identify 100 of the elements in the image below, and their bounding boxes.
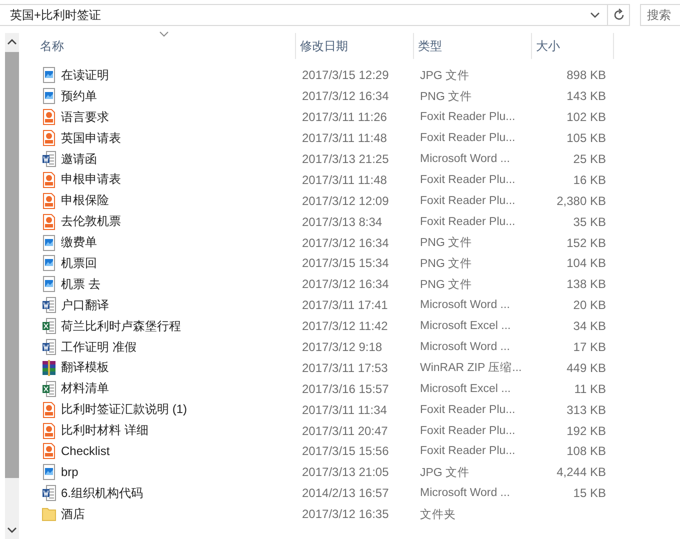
modified-date: 2017/3/15 15:34 <box>301 256 390 270</box>
file-type: Microsoft Word ... <box>419 299 511 312</box>
image-file-icon <box>42 255 56 272</box>
scroll-up-icon[interactable] <box>7 37 17 47</box>
column-header[interactable]: 大小 <box>532 33 614 59</box>
file-name[interactable]: 机票回 <box>61 254 97 272</box>
column-header[interactable]: 类型 <box>414 33 532 59</box>
excel-file-icon <box>42 380 56 397</box>
file-type: Microsoft Word ... <box>419 153 511 165</box>
file-size: 20 KB <box>572 298 607 312</box>
file-name[interactable]: Checklist <box>61 444 110 458</box>
scrollbar[interactable] <box>5 33 19 539</box>
scroll-thumb[interactable] <box>5 52 19 478</box>
pdf-file-icon <box>42 172 56 188</box>
file-name[interactable]: 缴费单 <box>61 234 97 252</box>
file-name[interactable]: 工作证明 准假 <box>61 338 136 356</box>
file-name[interactable]: 机票 去 <box>61 276 100 293</box>
file-name[interactable]: brp <box>61 465 78 480</box>
file-size: 15 KB <box>572 486 607 500</box>
file-size: 449 KB <box>566 360 607 375</box>
file-name[interactable]: 荷兰比利时卢森堡行程 <box>61 318 181 335</box>
word-file-icon <box>42 339 56 356</box>
address-path: 英国+比利时签证 <box>10 6 102 24</box>
modified-date: 2017/3/11 11:48 <box>301 172 388 187</box>
file-name[interactable]: 预约单 <box>61 88 97 105</box>
file-name[interactable]: 酒店 <box>61 506 85 523</box>
file-type: 文件夹 <box>419 508 457 522</box>
file-type: PNG 文件 <box>419 236 474 250</box>
file-name[interactable]: 比利时材料 详细 <box>61 422 148 440</box>
image-file-icon <box>42 88 56 104</box>
file-type: JPG 文件 <box>419 68 471 83</box>
modified-date: 2017/3/11 11:48 <box>301 131 388 146</box>
file-name[interactable]: 去伦敦机票 <box>61 213 121 230</box>
file-name[interactable]: 邀请函 <box>61 150 97 168</box>
file-type: Foxit Reader Plu... <box>419 216 516 228</box>
file-type: Foxit Reader Plu... <box>419 111 516 124</box>
pdf-file-icon <box>42 214 56 230</box>
file-size: 313 KB <box>566 402 607 417</box>
file-size: 25 KB <box>572 152 607 166</box>
column-header[interactable]: 修改日期 <box>296 33 414 59</box>
image-file-icon <box>42 234 56 251</box>
word-file-icon <box>42 485 56 502</box>
file-type: Foxit Reader Plu... <box>419 174 516 186</box>
file-type: Foxit Reader Plu... <box>419 194 516 207</box>
modified-date: 2017/3/12 16:34 <box>301 89 390 104</box>
search-field[interactable]: 搜索 <box>640 4 680 26</box>
pdf-file-icon <box>42 192 56 209</box>
file-name[interactable]: 在读证明 <box>61 66 109 84</box>
pdf-file-icon <box>42 130 56 146</box>
column-header[interactable]: 名称 <box>19 33 296 59</box>
file-name[interactable]: 申根申请表 <box>61 171 121 188</box>
refresh-icon[interactable] <box>612 8 626 22</box>
file-type: Microsoft Word ... <box>419 487 511 500</box>
file-size: 34 KB <box>572 319 607 334</box>
scroll-down-icon[interactable] <box>7 525 17 535</box>
file-type: PNG 文件 <box>419 278 474 292</box>
file-size: 17 KB <box>572 340 607 354</box>
file-name[interactable]: 英国申请表 <box>61 130 121 147</box>
file-size: 898 KB <box>566 68 607 82</box>
file-size: 4,244 KB <box>556 465 607 480</box>
address-bar[interactable]: 英国+比利时签证 <box>0 4 608 26</box>
modified-date: 2017/3/13 8:34 <box>301 214 384 229</box>
file-size: 108 KB <box>566 444 607 458</box>
file-size: 35 KB <box>572 214 607 229</box>
modified-date: 2017/3/13 21:05 <box>301 465 390 480</box>
file-type: Foxit Reader Plu... <box>419 404 516 416</box>
file-size: 104 KB <box>566 256 607 270</box>
file-name[interactable]: 翻译模板 <box>61 359 109 376</box>
word-file-icon <box>42 151 56 167</box>
file-type: Foxit Reader Plu... <box>419 424 516 437</box>
file-type: WinRAR ZIP 压缩... <box>419 360 523 376</box>
modified-date: 2017/3/12 16:34 <box>301 277 390 292</box>
modified-date: 2017/3/11 20:47 <box>301 424 389 438</box>
modified-date: 2017/3/12 11:42 <box>301 319 389 334</box>
file-type: JPG 文件 <box>419 466 471 480</box>
modified-date: 2017/3/15 15:56 <box>301 444 390 458</box>
modified-date: 2017/3/12 16:34 <box>301 236 390 250</box>
word-file-icon <box>42 297 56 314</box>
file-size: 152 KB <box>566 236 607 250</box>
file-type: PNG 文件 <box>419 90 474 104</box>
modified-date: 2017/3/15 12:29 <box>301 68 390 82</box>
file-name[interactable]: 比利时签证汇款说明 (1) <box>61 401 187 418</box>
image-file-icon <box>42 276 56 292</box>
excel-file-icon <box>42 318 56 334</box>
file-name[interactable]: 6.组织机构代码 <box>61 484 144 502</box>
folder-icon <box>42 506 56 522</box>
file-type: Microsoft Excel ... <box>419 320 512 332</box>
file-name[interactable]: 语言要求 <box>61 108 109 126</box>
file-size: 143 KB <box>566 89 607 104</box>
refresh-button[interactable] <box>608 4 630 26</box>
modified-date: 2017/3/16 15:57 <box>301 382 390 396</box>
pdf-file-icon <box>42 422 56 439</box>
modified-date: 2017/3/12 9:18 <box>301 340 384 354</box>
modified-date: 2017/3/11 17:53 <box>301 360 389 375</box>
file-size: 11 KB <box>573 382 607 396</box>
file-name[interactable]: 申根保险 <box>61 192 109 210</box>
file-name[interactable]: 材料清单 <box>61 380 109 398</box>
file-name[interactable]: 户口翻译 <box>61 296 109 314</box>
file-type: Microsoft Word ... <box>419 341 511 354</box>
pdf-file-icon <box>42 109 56 126</box>
